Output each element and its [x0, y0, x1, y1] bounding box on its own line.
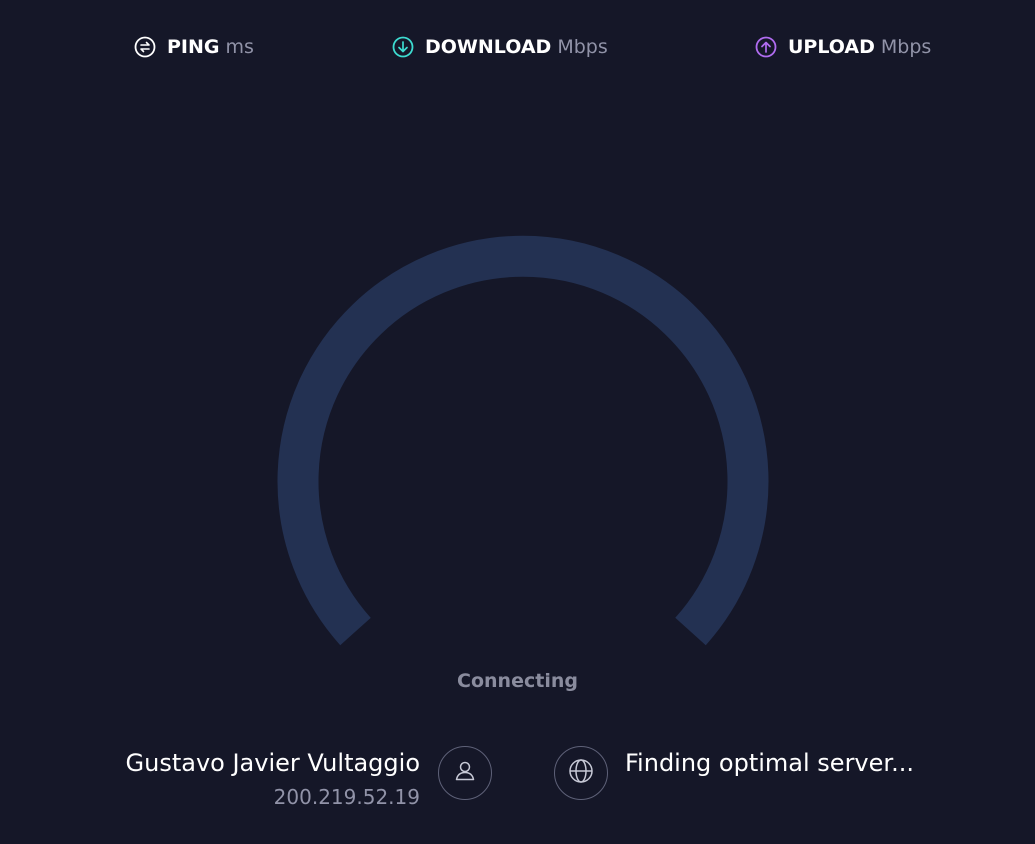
gauge-track — [277, 235, 769, 646]
ping-icon — [134, 36, 156, 58]
upload-icon — [755, 36, 777, 58]
upload-unit: Mbps — [880, 36, 932, 58]
isp-info: Gustavo Javier Vultaggio 200.219.52.19 — [126, 746, 420, 812]
isp-name: Gustavo Javier Vultaggio — [125, 749, 420, 777]
ping-unit: ms — [225, 36, 254, 58]
user-button[interactable] — [438, 746, 492, 800]
download-label: DOWNLOAD — [425, 36, 552, 58]
speed-gauge — [277, 235, 769, 646]
download-unit: Mbps — [557, 36, 608, 58]
upload-metric: UPLOAD Mbps — [755, 34, 931, 60]
download-metric: DOWNLOAD Mbps — [392, 34, 608, 60]
upload-label: UPLOAD — [788, 36, 875, 58]
ip-address: 200.219.52.19 — [273, 785, 420, 809]
user-icon — [452, 758, 478, 788]
speedtest-page: PING ms DOWNLOAD Mbps UPLOAD Mbps Connec… — [0, 0, 1035, 844]
download-icon — [392, 36, 414, 58]
gauge-status-text: Connecting — [457, 670, 578, 692]
ping-label: PING — [167, 36, 220, 58]
server-button[interactable] — [554, 746, 608, 800]
server-status: Finding optimal server... — [625, 749, 914, 777]
globe-icon — [567, 757, 595, 789]
ping-metric: PING ms — [134, 34, 254, 60]
server-info: Finding optimal server... — [625, 746, 914, 780]
